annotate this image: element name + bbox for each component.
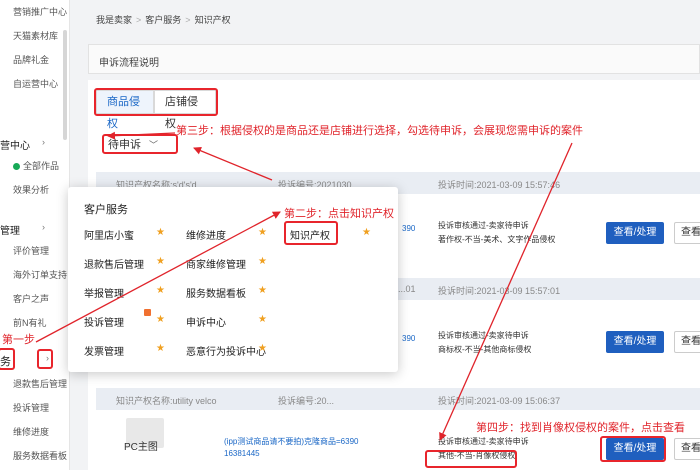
menu-item-repair[interactable]: 维修进度 [186, 227, 226, 242]
handle-button[interactable]: 查看/处理 [606, 331, 664, 353]
menu-item-appeal-center[interactable]: 申诉中心 [186, 314, 226, 329]
panel-title: 申诉流程说明 [99, 58, 159, 69]
complaint-id: 投诉编号:20... [278, 396, 335, 406]
view-button[interactable]: 查看 [674, 222, 700, 244]
highlight-filter [102, 134, 178, 154]
complaint-time: 投诉时间:2021-03-09 15:57:46 [438, 180, 561, 190]
highlight-service-group [0, 348, 15, 370]
case-status: 投诉审核通过-卖家待申诉 [438, 331, 529, 340]
sidebar-group-marketing[interactable]: 营中心 [0, 137, 30, 152]
annotation-step4: 第四步：找到肖像权侵权的案件，点击查看 [476, 422, 685, 434]
annotation-step3: 第三步：根据侵权的是商品还是店铺进行选择，勾选待申诉，会展现您需申诉的案件 [176, 125, 583, 137]
product-link[interactable]: (ipp测试商品请不要拍)克隆商品=6390 [224, 436, 358, 447]
menu-item-invoice[interactable]: 发票管理 [84, 343, 124, 358]
sidebar-item-self-operation[interactable]: 自运营中心 [13, 77, 58, 90]
sidebar-item-complaints[interactable]: 投诉管理 [13, 401, 49, 414]
ip-name: 知识产权名称:utility velco [116, 396, 217, 406]
star-icon[interactable]: ★ [362, 227, 371, 238]
breadcrumb: 我是卖家 > 客户服务 > 知识产权 [96, 15, 231, 25]
star-icon[interactable]: ★ [156, 285, 165, 296]
star-icon[interactable]: ★ [156, 227, 165, 238]
view-button[interactable]: 查看 [674, 438, 700, 460]
menu-item-merchant-repair[interactable]: 商家维修管理 [186, 256, 246, 271]
handle-button[interactable]: 查看/处理 [606, 222, 664, 244]
sidebar-item-brand-gift[interactable]: 品牌礼金 [13, 53, 49, 66]
menu-item-xiaomi[interactable]: 阿里店小蜜 [84, 227, 134, 242]
star-icon[interactable]: ★ [156, 256, 165, 267]
item-title: PC主图 [124, 442, 158, 453]
sidebar-item-all-works[interactable]: 全部作品 [13, 159, 59, 172]
sidebar: 营销推广中心 天猫素材库 品牌礼金 自运营中心 营中心 › 全部作品 效果分析 … [0, 0, 70, 470]
star-icon[interactable]: ★ [258, 343, 267, 354]
complaint-time: 投诉时间:2021-03-09 15:57:01 [438, 286, 561, 296]
case-status: 投诉审核通过-卖家待申诉 [438, 221, 529, 230]
star-icon[interactable]: ★ [258, 314, 267, 325]
sidebar-item-effect-analysis[interactable]: 效果分析 [13, 183, 49, 196]
sidebar-item-marketing-center[interactable]: 营销推广中心 [13, 5, 67, 18]
product-code[interactable]: 390 [402, 224, 415, 233]
menu-item-report[interactable]: 举报管理 [84, 285, 124, 300]
annotation-step1: 第一步 [2, 334, 35, 346]
view-button[interactable]: 查看 [674, 331, 700, 353]
sidebar-item-material-library[interactable]: 天猫素材库 [13, 29, 58, 42]
complaint-id: ...01 [398, 284, 416, 294]
menu-item-refund[interactable]: 退款售后管理 [84, 256, 144, 271]
highlight-handle-button [600, 436, 666, 462]
star-icon[interactable]: ★ [156, 314, 165, 325]
menu-item-service-dashboard[interactable]: 服务数据看板 [186, 285, 246, 300]
sidebar-item-refund[interactable]: 退款售后管理 [13, 377, 67, 390]
breadcrumb-item[interactable]: 我是卖家 [96, 15, 132, 25]
highlight-tabs [94, 88, 218, 116]
star-icon[interactable]: ★ [258, 227, 267, 238]
highlight-service-chevron [37, 349, 53, 369]
star-icon[interactable]: ★ [258, 285, 267, 296]
sidebar-item-service-dashboard[interactable]: 服务数据看板 [13, 449, 67, 462]
case-status: 投诉审核通过-卖家待申诉 [438, 437, 529, 446]
sidebar-item-repair-progress[interactable]: 维修进度 [13, 425, 49, 438]
chevron-right-icon[interactable]: › [42, 222, 45, 232]
menu-title: 客户服务 [84, 204, 128, 216]
menu-item-malicious-complaint[interactable]: 恶意行为投诉中心 [186, 343, 266, 358]
complaint-time: 投诉时间:2021-03-09 15:06:37 [438, 396, 561, 406]
case-reason: 商标权-不当-其他商标侵权 [438, 345, 532, 354]
menu-item-complaint[interactable]: 投诉管理 [84, 314, 124, 329]
sidebar-item-review[interactable]: 评价管理 [13, 244, 49, 257]
appeal-process-panel[interactable]: 申诉流程说明 [88, 44, 700, 74]
sidebar-item-first-n-gift[interactable]: 前N有礼 [13, 316, 47, 329]
breadcrumb-item[interactable]: 客户服务 [145, 15, 181, 25]
case-row-header: 知识产权名称:utility velco 投诉编号:20... 投诉时间:202… [96, 388, 700, 410]
star-icon[interactable]: ★ [258, 256, 267, 267]
breadcrumb-item: 知识产权 [194, 15, 231, 25]
highlight-portrait-reason [425, 450, 517, 468]
dot-icon [13, 163, 20, 170]
sidebar-item-overseas-orders[interactable]: 海外订单支持 [13, 268, 67, 281]
sidebar-scrollbar[interactable] [63, 30, 67, 140]
annotation-step2: 第二步：点击知识产权 [284, 208, 394, 220]
case-reason: 著作权-不当-美术、文字作品侵权 [438, 235, 556, 244]
product-id[interactable]: 16381445 [224, 449, 260, 458]
product-code[interactable]: 390 [402, 334, 415, 343]
chevron-right-icon[interactable]: › [42, 137, 45, 147]
new-badge-icon [144, 309, 151, 316]
highlight-ip-menu-item [284, 221, 338, 245]
sidebar-item-customer-voice[interactable]: 客户之声 [13, 292, 49, 305]
star-icon[interactable]: ★ [156, 343, 165, 354]
sidebar-group-manage[interactable]: 管理 [0, 222, 20, 237]
